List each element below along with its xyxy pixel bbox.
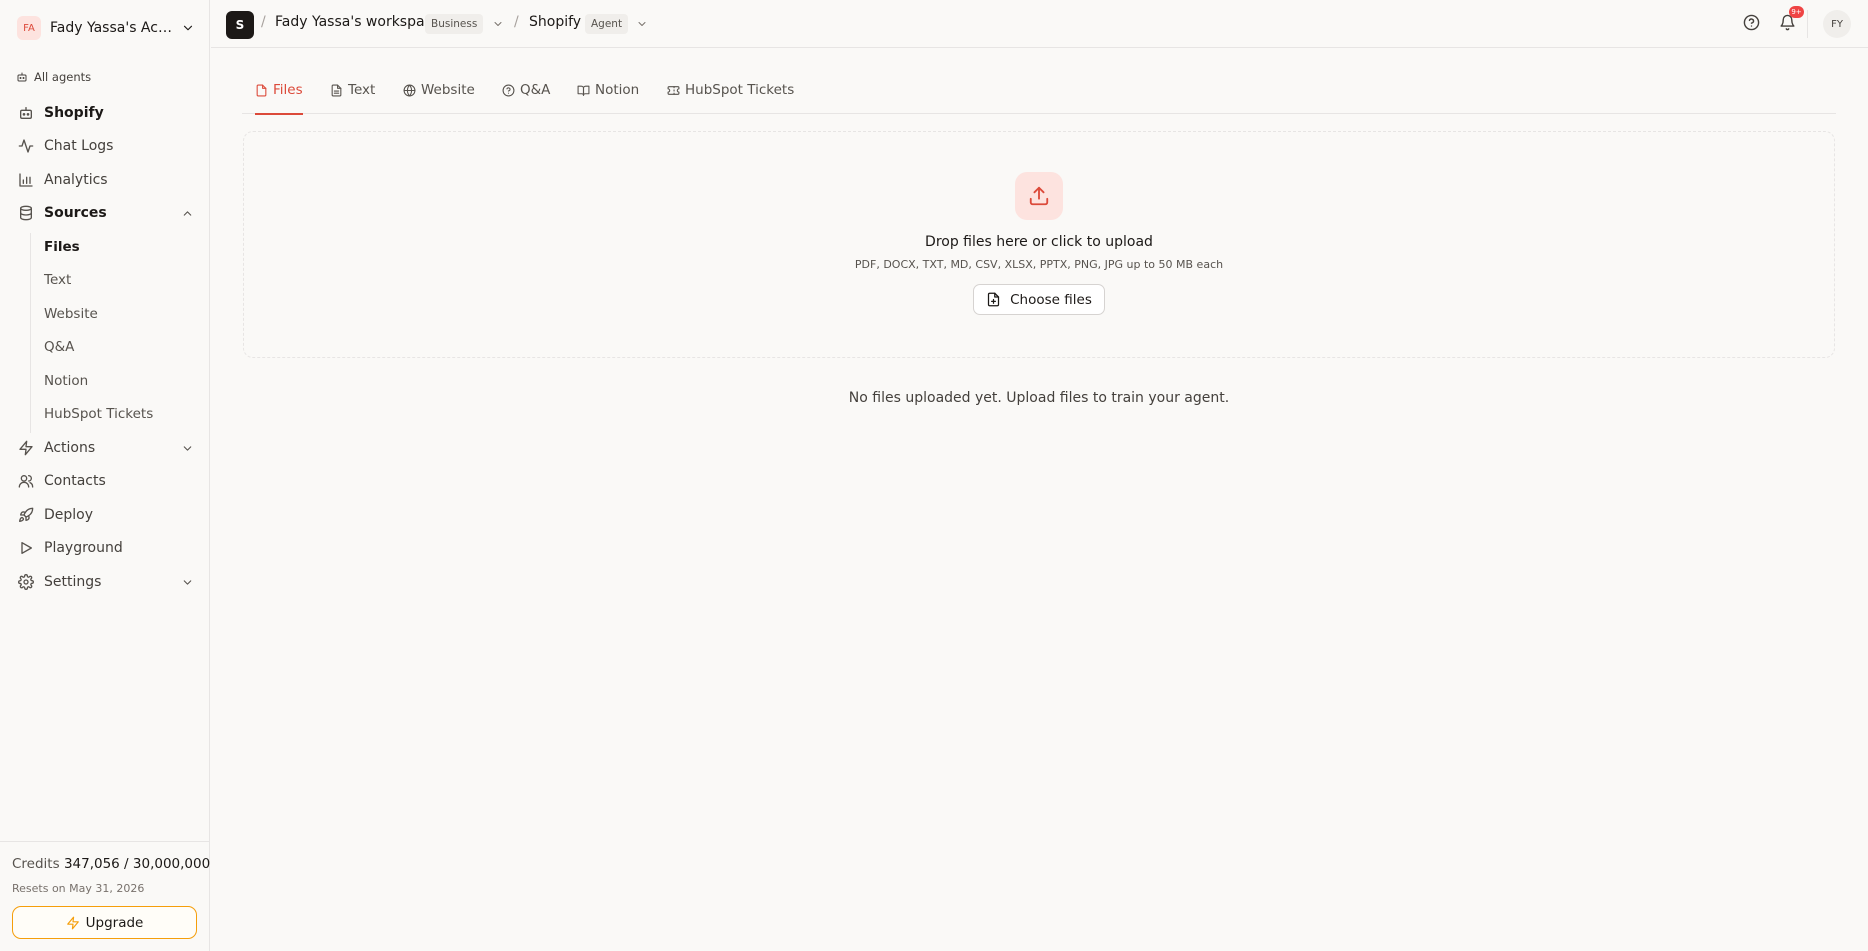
tab-hubspot-tickets[interactable]: HubSpot Tickets — [667, 76, 794, 114]
breadcrumb-separator: / — [514, 14, 519, 30]
credits-line: Credits 347,056 / 30,000,000 — [12, 856, 210, 872]
sources-tabs: Files Text Website Q&A Notion HubSpot Ti… — [242, 76, 1836, 115]
credits-label: Credits — [12, 856, 60, 872]
book-open-icon — [577, 85, 590, 96]
chevron-down-icon[interactable] — [636, 18, 648, 30]
sidebar-item-label: Chat Logs — [44, 138, 114, 154]
account-name: Fady Yassa's Acco... — [50, 20, 175, 36]
chevron-down-icon — [183, 25, 193, 31]
bot-icon — [17, 72, 27, 82]
tab-qa[interactable]: Q&A — [502, 76, 550, 114]
sidebar-item-label: Actions — [44, 440, 96, 456]
file-text-icon — [331, 84, 342, 97]
upload-icon — [1015, 172, 1063, 220]
user-avatar[interactable]: FY — [1823, 10, 1851, 38]
activity-icon — [18, 139, 34, 153]
gear-icon — [18, 574, 34, 590]
tab-label: Text — [348, 82, 376, 98]
sidebar-item-shopify[interactable]: Shopify — [18, 100, 194, 126]
sidebar-item-chat-logs[interactable]: Chat Logs — [18, 133, 194, 159]
breadcrumb-separator: / — [261, 14, 266, 30]
sidebar-item-sources[interactable]: Sources — [18, 200, 194, 226]
tab-website[interactable]: Website — [403, 76, 475, 114]
sidebar-subitem-website[interactable]: Website — [44, 302, 194, 326]
sources-submenu-rail — [30, 233, 31, 433]
rocket-icon — [19, 507, 34, 522]
credits-reset-date: Resets on May 31, 2026 — [12, 882, 145, 895]
header-divider — [1807, 10, 1808, 38]
tab-label: Notion — [595, 82, 640, 98]
sidebar-item-analytics[interactable]: Analytics — [18, 167, 194, 193]
sidebar-item-settings[interactable]: Settings — [18, 569, 194, 595]
bar-chart-icon — [19, 173, 33, 187]
agent-type-badge: Agent — [585, 14, 629, 34]
choose-files-button[interactable]: Choose files — [973, 284, 1105, 315]
breadcrumb-workspace[interactable]: Fady Yassa's workspace — [275, 14, 441, 30]
ticket-icon — [667, 86, 680, 95]
sidebar-item-deploy[interactable]: Deploy — [18, 502, 194, 528]
sidebar-item-label: Deploy — [44, 507, 94, 523]
sidebar-item-label: Settings — [44, 574, 102, 590]
sidebar-item-label: Playground — [44, 540, 123, 556]
tab-notion[interactable]: Notion — [577, 76, 639, 114]
empty-state-message: No files uploaded yet. Upload files to t… — [848, 390, 1230, 406]
sidebar-item-label: Sources — [44, 205, 107, 221]
file-icon — [256, 84, 267, 97]
chevron-up-icon — [183, 210, 192, 216]
play-icon — [21, 542, 32, 554]
upgrade-button[interactable]: Upgrade — [12, 906, 197, 939]
breadcrumb-agent[interactable]: Shopify — [529, 14, 581, 30]
users-icon — [18, 475, 34, 488]
chevron-down-icon — [183, 579, 192, 585]
tab-text[interactable]: Text — [330, 76, 375, 114]
dropzone-title: Drop files here or click to upload — [925, 234, 1153, 250]
sidebar-subitem-hubspot-tickets[interactable]: HubSpot Tickets — [44, 402, 194, 426]
sidebar: FA Fady Yassa's Acco... All agents Shopi… — [0, 0, 210, 951]
file-plus-icon — [988, 292, 1000, 307]
zap-icon — [66, 916, 79, 929]
top-bar: S / Fady Yassa's workspace Business / Sh… — [211, 0, 1868, 48]
sidebar-item-playground[interactable]: Playground — [18, 535, 194, 561]
sidebar-item-contacts[interactable]: Contacts — [18, 468, 194, 494]
database-icon — [20, 205, 32, 221]
chevron-down-icon — [183, 445, 192, 451]
help-icon[interactable] — [1743, 14, 1760, 31]
zap-icon — [19, 440, 33, 456]
workspace-plan-badge: Business — [425, 14, 484, 34]
sidebar-item-label: Shopify — [44, 105, 104, 121]
file-dropzone[interactable]: Drop files here or click to upload PDF, … — [243, 131, 1835, 358]
help-circle-icon — [502, 84, 515, 97]
sidebar-subitem-files[interactable]: Files — [44, 235, 194, 259]
chevron-down-icon[interactable] — [492, 18, 504, 30]
tab-label: HubSpot Tickets — [685, 82, 795, 98]
account-switcher[interactable]: FA Fady Yassa's Acco... — [17, 16, 195, 40]
bot-icon — [20, 107, 32, 119]
all-agents-label: All agents — [34, 70, 92, 84]
dropzone-hint: PDF, DOCX, TXT, MD, CSV, XLSX, PPTX, PNG… — [854, 258, 1224, 271]
all-agents-link[interactable]: All agents — [16, 67, 91, 87]
sidebar-subitem-notion[interactable]: Notion — [44, 369, 194, 393]
upgrade-label: Upgrade — [85, 914, 144, 931]
sidebar-item-actions[interactable]: Actions — [18, 435, 194, 461]
tab-label: Website — [421, 82, 475, 98]
tab-label: Files — [273, 82, 303, 98]
sidebar-item-label: Analytics — [44, 172, 108, 188]
credits-panel: Credits 347,056 / 30,000,000 Resets on M… — [0, 841, 210, 951]
sidebar-item-label: Contacts — [44, 473, 106, 489]
credits-value: 347,056 / 30,000,000 — [63, 856, 211, 872]
globe-icon — [403, 84, 416, 97]
choose-files-label: Choose files — [1010, 291, 1092, 308]
sidebar-subitem-text[interactable]: Text — [44, 268, 194, 292]
notification-count-badge: 9+ — [1789, 6, 1804, 18]
account-avatar: FA — [17, 16, 41, 40]
workspace-logo[interactable]: S — [226, 11, 254, 39]
tab-files[interactable]: Files — [255, 76, 303, 115]
tab-label: Q&A — [520, 82, 551, 98]
sidebar-subitem-qa[interactable]: Q&A — [44, 335, 194, 359]
